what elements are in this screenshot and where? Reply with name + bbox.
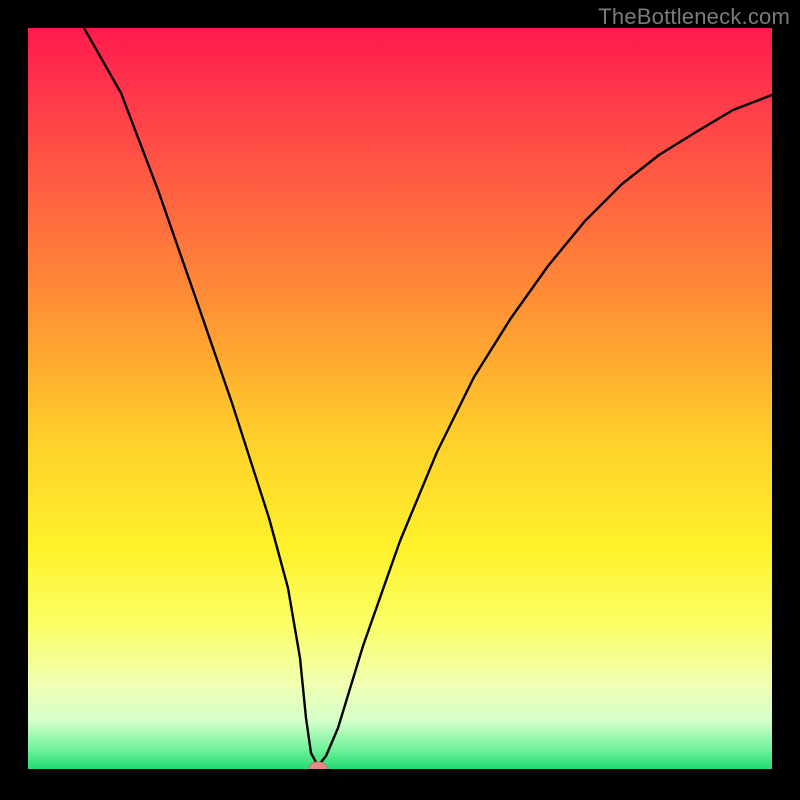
- watermark-text: TheBottleneck.com: [598, 4, 790, 30]
- curve-path: [84, 28, 772, 766]
- chart-frame: TheBottleneck.com: [0, 0, 800, 800]
- bottleneck-curve: [28, 28, 772, 772]
- plot-area: [28, 28, 772, 772]
- x-axis-line: [28, 769, 772, 772]
